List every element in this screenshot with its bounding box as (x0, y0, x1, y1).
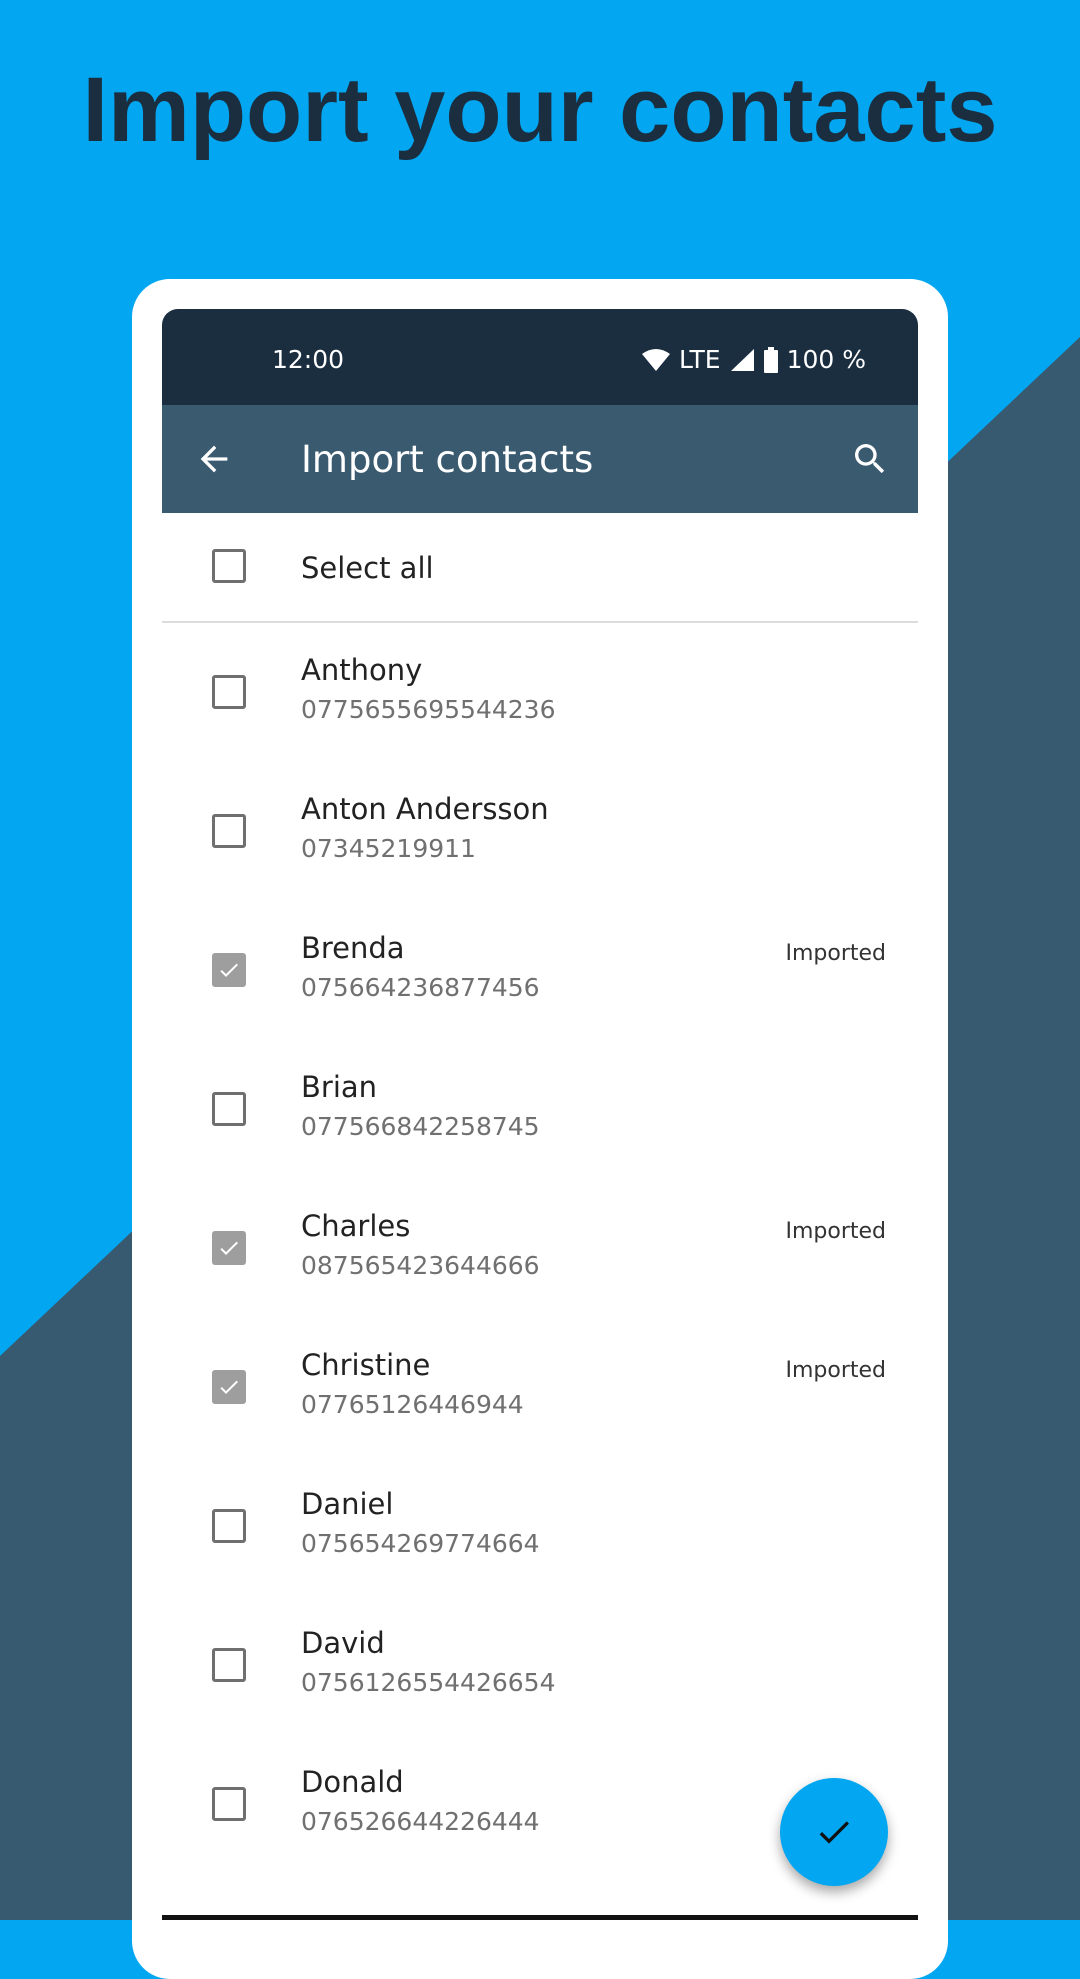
check-icon (220, 1241, 238, 1255)
imported-badge: Imported (785, 941, 886, 966)
app-bar: Import contacts (162, 405, 918, 513)
contact-phone: 087565423644666 (301, 1251, 540, 1280)
select-all-checkbox[interactable] (212, 549, 246, 583)
check-icon (220, 963, 238, 977)
contact-phone: 075664236877456 (301, 973, 540, 1002)
contact-checkbox[interactable] (212, 1509, 246, 1543)
check-icon (819, 1821, 849, 1844)
contact-phone: 0756126554426654 (301, 1668, 556, 1697)
contact-name: Brian (301, 1070, 378, 1104)
contact-name: Anton Andersson (301, 792, 549, 826)
battery-icon (763, 346, 778, 373)
contact-name: Daniel (301, 1487, 394, 1521)
contact-checkbox[interactable] (212, 675, 246, 709)
wifi-icon (642, 348, 671, 371)
select-all-row[interactable]: Select all (162, 513, 918, 623)
contact-name: Anthony (301, 653, 423, 687)
search-icon[interactable] (850, 439, 890, 479)
phone-screen: 12:00 LTE 100 % Import contacts Select a… (162, 309, 918, 1920)
contact-row[interactable]: Brian 077566842258745 (162, 1040, 918, 1179)
contact-phone: 07345219911 (301, 834, 476, 863)
contact-name: Brenda (301, 931, 405, 965)
status-time: 12:00 (272, 345, 345, 374)
contact-phone: 075654269774664 (301, 1529, 540, 1558)
contact-checkbox[interactable] (212, 953, 246, 987)
status-indicators: LTE 100 % (641, 345, 866, 374)
contact-phone: 0775655695544236 (301, 695, 556, 724)
confirm-import-button[interactable] (780, 1778, 888, 1886)
contact-row[interactable]: David 0756126554426654 (162, 1596, 918, 1735)
battery-label: 100 % (786, 345, 866, 374)
check-icon (220, 1380, 238, 1394)
contact-phone: 076526644226444 (301, 1807, 540, 1836)
contact-row[interactable]: Anton Andersson 07345219911 (162, 762, 918, 901)
contact-checkbox[interactable] (212, 1092, 246, 1126)
contact-checkbox[interactable] (212, 1787, 246, 1821)
contact-checkbox[interactable] (212, 1231, 246, 1265)
contact-name: Donald (301, 1765, 404, 1799)
contact-checkbox[interactable] (212, 814, 246, 848)
network-label: LTE (679, 345, 721, 374)
contact-name: David (301, 1626, 385, 1660)
contact-row[interactable]: Charles 087565423644666 Imported (162, 1179, 918, 1318)
contact-row[interactable]: Daniel 075654269774664 (162, 1457, 918, 1596)
contact-checkbox[interactable] (212, 1370, 246, 1404)
contact-row[interactable]: Brenda 075664236877456 Imported (162, 901, 918, 1040)
contact-phone: 07765126446944 (301, 1390, 524, 1419)
headline: Import your contacts (82, 59, 998, 161)
imported-badge: Imported (785, 1219, 886, 1244)
status-bar: 12:00 LTE 100 % (162, 309, 918, 405)
contact-name: Charles (301, 1209, 411, 1243)
select-all-label: Select all (301, 551, 434, 585)
contact-row[interactable]: Christine 07765126446944 Imported (162, 1318, 918, 1457)
contact-row[interactable]: Anthony 0775655695544236 (162, 623, 918, 762)
contact-name: Christine (301, 1348, 431, 1382)
contact-checkbox[interactable] (212, 1648, 246, 1682)
signal-icon (730, 348, 754, 371)
contact-phone: 077566842258745 (301, 1112, 540, 1141)
arrow-left-icon[interactable] (194, 439, 234, 479)
app-bar-title: Import contacts (301, 438, 594, 481)
bottom-edge (162, 1915, 918, 1920)
imported-badge: Imported (785, 1358, 886, 1383)
